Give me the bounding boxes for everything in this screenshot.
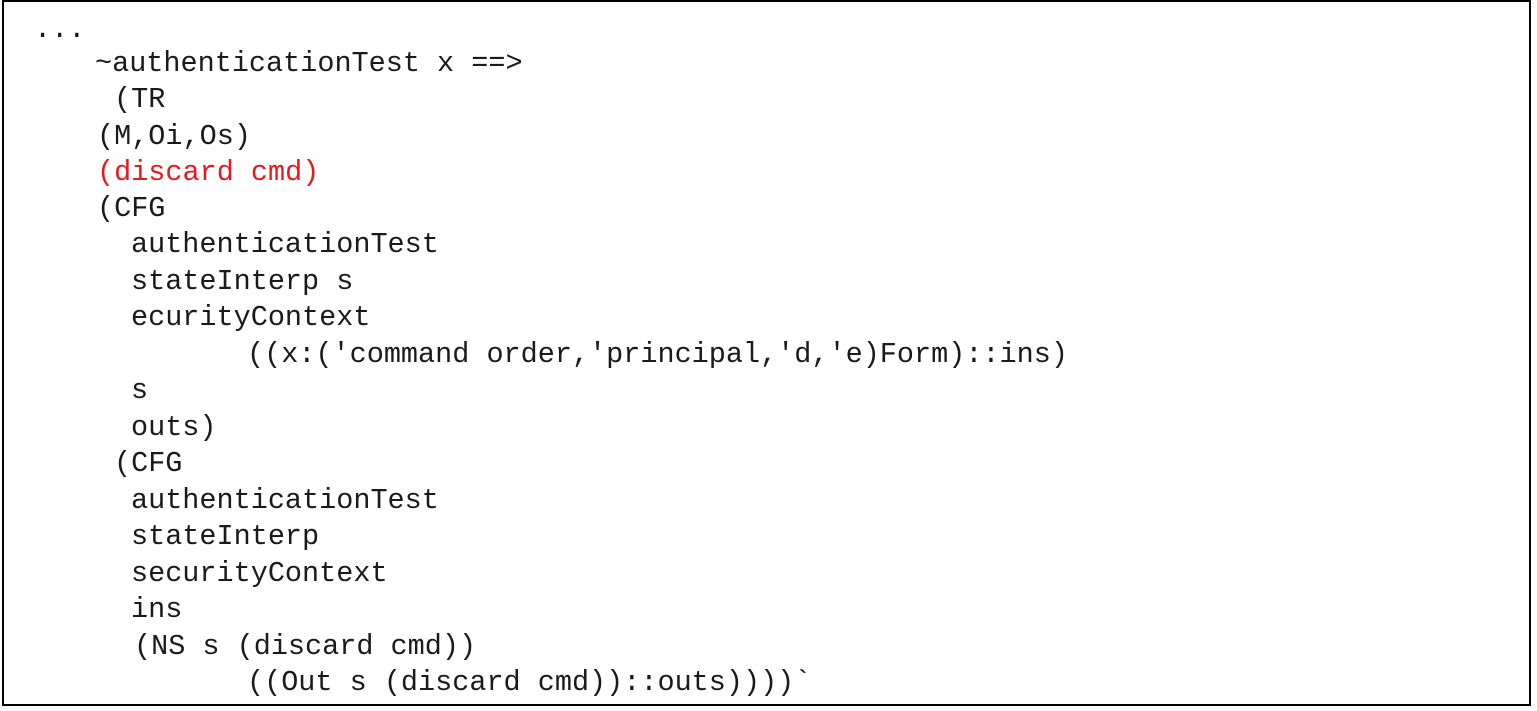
code-line-6: (CFG: [97, 192, 166, 225]
code-line-12: outs): [131, 411, 217, 444]
code-line-4: (M,Oi,Os): [97, 120, 251, 153]
code-line-16: securityContext: [131, 557, 388, 590]
code-line-19: ((Out s (discard cmd))::outs))))`: [247, 666, 812, 699]
code-line-13: (CFG: [114, 447, 183, 480]
code-line-11: s: [131, 374, 149, 407]
code-line-5-highlighted: (discard cmd): [97, 156, 320, 189]
code-line-17: ins: [131, 593, 183, 626]
code-line-1: ...: [34, 13, 86, 46]
code-line-15: stateInterp: [131, 520, 320, 553]
code-line-10: ((x:('command order,'principal,'d,'e)For…: [247, 338, 1068, 371]
code-line-2: ~authenticationTest x ==>: [95, 47, 523, 80]
code-listing-frame: ... ~authenticationTest x ==> (TR (M,Oi,…: [2, 0, 1531, 706]
code-line-18: (NS s (discard cmd)): [134, 630, 477, 663]
code-line-3: (TR: [114, 83, 166, 116]
code-line-14: authenticationTest: [131, 484, 439, 517]
code-line-8: stateInterp s: [131, 265, 354, 298]
code-line-9: ecurityContext: [131, 301, 371, 334]
code-line-7: authenticationTest: [131, 228, 439, 261]
